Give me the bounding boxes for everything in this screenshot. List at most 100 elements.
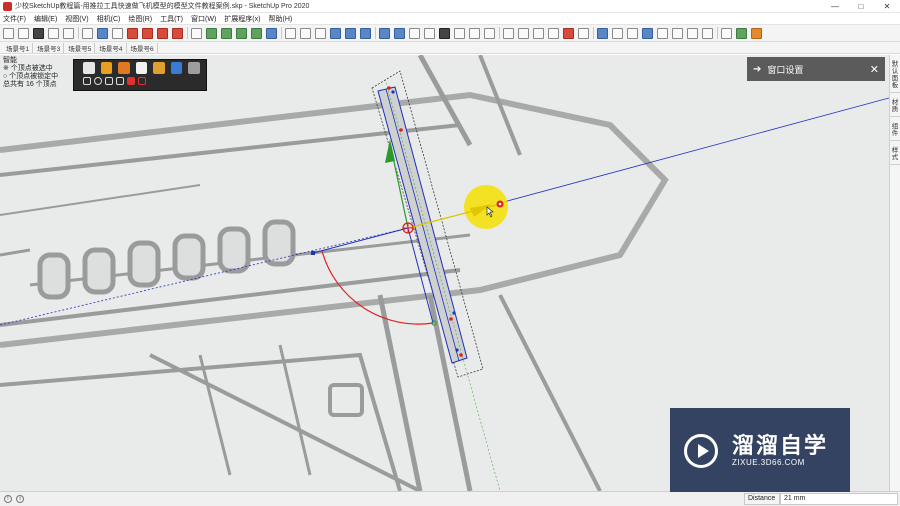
scene-tab[interactable]: 场景号1 xyxy=(3,42,34,53)
minimize-button[interactable]: — xyxy=(822,0,848,13)
monochrome-icon[interactable] xyxy=(533,27,544,39)
red-box-icon[interactable] xyxy=(138,77,146,85)
grip-point xyxy=(399,128,403,132)
play-logo-icon xyxy=(684,434,718,468)
close-tool-icon[interactable] xyxy=(188,62,201,74)
orbit-tool-icon[interactable] xyxy=(112,27,123,39)
scene-tab[interactable]: 场景号6 xyxy=(128,42,158,53)
menu-draw[interactable]: 绘图(R) xyxy=(128,14,152,24)
status-line: 总共有 16 个顶点 xyxy=(3,81,57,88)
circle-select-icon[interactable] xyxy=(94,77,102,85)
rect-select-icon[interactable] xyxy=(83,77,91,85)
drape-icon[interactable] xyxy=(642,27,653,39)
tray-tab[interactable]: 默认面板 xyxy=(890,61,900,93)
section-plane-icon[interactable] xyxy=(409,27,420,39)
new-file-icon[interactable] xyxy=(3,27,14,39)
close-button[interactable]: ✕ xyxy=(874,0,900,13)
top-view-icon[interactable] xyxy=(345,27,356,39)
outliner-icon[interactable] xyxy=(236,27,247,39)
menu-file[interactable]: 文件(F) xyxy=(3,14,26,24)
component-icon[interactable] xyxy=(206,27,217,39)
menu-help[interactable]: 帮助(H) xyxy=(268,14,292,24)
window-settings-panel[interactable]: ➔ 窗口设置 ✕ xyxy=(747,57,885,81)
panel-close-icon[interactable]: ✕ xyxy=(870,63,879,76)
group-icon[interactable] xyxy=(221,27,232,39)
tray-tab[interactable]: 材质 xyxy=(890,99,900,117)
measurement-input[interactable]: 21 mm xyxy=(780,493,898,505)
print-icon[interactable] xyxy=(48,27,59,39)
warehouse-icon[interactable] xyxy=(721,27,732,39)
tray-tab[interactable]: 样式 xyxy=(890,147,900,165)
move-tool-icon[interactable] xyxy=(142,27,153,39)
tape-measure-icon[interactable] xyxy=(578,27,589,39)
smoove-icon[interactable] xyxy=(612,27,623,39)
status-line: 智能 xyxy=(3,57,17,64)
paint-bucket-icon[interactable] xyxy=(563,27,574,39)
line-tool-icon[interactable] xyxy=(82,27,93,39)
rotate-vertex-icon[interactable] xyxy=(118,62,130,74)
save-icon[interactable] xyxy=(33,27,44,39)
status-line: ※ 个顶点被选中 xyxy=(3,65,53,72)
iso-view-icon[interactable] xyxy=(330,27,341,39)
menu-view[interactable]: 视图(V) xyxy=(65,14,88,24)
display-section-icon[interactable] xyxy=(439,27,450,39)
push-pull-icon[interactable] xyxy=(285,27,296,39)
right-view-icon[interactable] xyxy=(360,27,371,39)
select-arrow-icon[interactable] xyxy=(83,62,95,74)
open-file-icon[interactable] xyxy=(18,27,29,39)
offset-icon[interactable] xyxy=(315,27,326,39)
red-line-icon[interactable] xyxy=(127,77,135,85)
credits-icon[interactable]: i xyxy=(16,495,24,503)
menu-extensions[interactable]: 扩展程序(x) xyxy=(224,14,260,24)
tray-tab[interactable]: 组件 xyxy=(890,123,900,141)
select-tool-icon[interactable] xyxy=(97,27,108,39)
paint-icon[interactable] xyxy=(170,62,183,74)
add-detail-icon[interactable] xyxy=(657,27,668,39)
outer-shell-icon[interactable] xyxy=(702,27,713,39)
flip-edge-icon[interactable] xyxy=(672,27,683,39)
xray-icon[interactable] xyxy=(454,27,465,39)
menu-window[interactable]: 窗口(W) xyxy=(191,14,216,24)
title-bar: 少校SketchUp教程篇-用推拉工具快速做飞机模型的模型文件教程案例.skp … xyxy=(0,0,900,13)
sketchup-logo-icon xyxy=(3,1,12,11)
stamp-icon[interactable] xyxy=(627,27,638,39)
scene-tab[interactable]: 场景号4 xyxy=(96,42,127,53)
lasso-select-icon[interactable] xyxy=(116,77,124,85)
menu-camera[interactable]: 相机(C) xyxy=(97,14,121,24)
scale-vertex-icon[interactable] xyxy=(135,62,148,74)
textured-icon[interactable] xyxy=(518,27,529,39)
back-view-icon[interactable] xyxy=(379,27,390,39)
sandbox-icon[interactable] xyxy=(597,27,608,39)
maximize-button[interactable]: □ xyxy=(848,0,874,13)
left-view-icon[interactable] xyxy=(394,27,405,39)
scene-tab[interactable]: 场景号3 xyxy=(34,42,65,53)
shaded-icon[interactable] xyxy=(503,27,514,39)
layout-icon[interactable] xyxy=(751,27,762,39)
rotate-tool-icon[interactable] xyxy=(157,27,168,39)
extension-warehouse-icon[interactable] xyxy=(736,27,747,39)
dimension-icon[interactable] xyxy=(548,27,559,39)
section-fill-icon[interactable] xyxy=(424,27,435,39)
reference-sketch-image xyxy=(0,55,669,491)
grip-point xyxy=(391,90,395,94)
poly-select-icon[interactable] xyxy=(105,77,113,85)
front-view-icon[interactable] xyxy=(266,27,277,39)
wireframe-icon[interactable] xyxy=(469,27,480,39)
toolbar-divider xyxy=(281,27,282,39)
scale-tool-icon[interactable] xyxy=(172,27,183,39)
model-info-icon[interactable] xyxy=(63,27,74,39)
menu-edit[interactable]: 编辑(E) xyxy=(34,14,57,24)
scene-tab[interactable]: 场景号5 xyxy=(65,42,96,53)
menu-tools[interactable]: 工具(T) xyxy=(160,14,183,24)
follow-me-icon[interactable] xyxy=(300,27,311,39)
solid-tools-icon[interactable] xyxy=(687,27,698,39)
layers-icon[interactable] xyxy=(251,27,262,39)
geo-location-icon[interactable]: ! xyxy=(4,495,12,503)
hidden-line-icon[interactable] xyxy=(484,27,495,39)
eraser-icon[interactable] xyxy=(127,27,138,39)
move-vertex-icon[interactable] xyxy=(100,62,113,74)
soft-select-icon[interactable] xyxy=(153,62,165,74)
arrow-right-icon[interactable]: ➔ xyxy=(753,64,761,75)
selection-status: 智能 ※ 个顶点被选中 ○ 个顶点被锁定中 总共有 16 个顶点 xyxy=(3,57,58,89)
pointer-icon[interactable] xyxy=(191,27,202,39)
